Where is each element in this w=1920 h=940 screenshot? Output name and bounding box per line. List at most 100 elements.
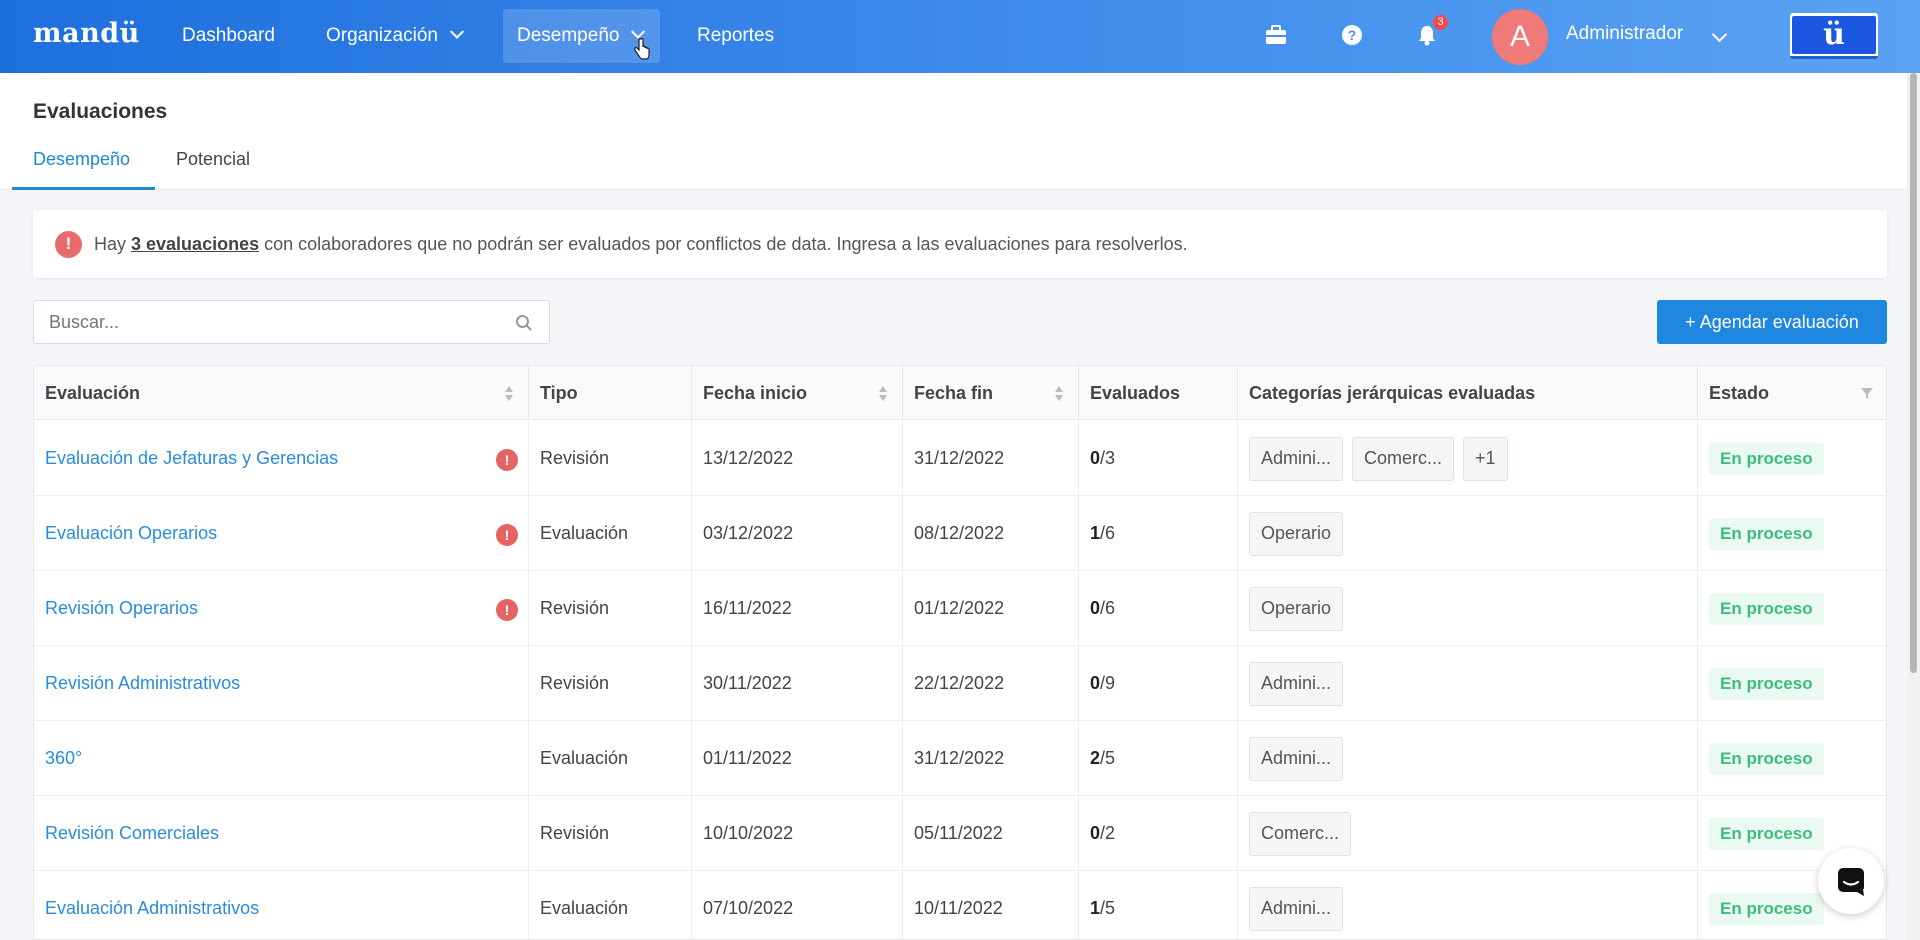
- evaluation-link[interactable]: Revisión Comerciales: [45, 823, 219, 844]
- user-name[interactable]: Administrador: [1566, 23, 1683, 45]
- category-tag[interactable]: Admini...: [1249, 661, 1344, 706]
- table-row: Revisión Operarios! Revisión 16/11/2022 01/…: [34, 571, 1886, 646]
- end-date: 08/12/2022: [914, 523, 1005, 543]
- cell-categorias: Operario: [1238, 496, 1698, 571]
- start-date: 07/10/2022: [703, 898, 794, 918]
- status-badge: En proceso: [1709, 667, 1824, 700]
- sort-icon[interactable]: [504, 385, 514, 402]
- tab-potencial[interactable]: Potencial: [176, 149, 250, 170]
- column-header-tipo: Tipo: [529, 366, 692, 420]
- column-header-label: Evaluación: [45, 382, 141, 403]
- table-row: Revisión Administrativos Revisión 30/11/20…: [34, 646, 1886, 721]
- nav-organizacion-label: Organización: [326, 25, 438, 46]
- briefcase-icon[interactable]: [1263, 22, 1289, 48]
- page-title: Evaluaciones: [33, 100, 168, 123]
- evaluation-link[interactable]: Revisión Administrativos: [45, 673, 240, 694]
- evaluated-total: /6: [1100, 598, 1116, 618]
- type-value: Revisión: [540, 598, 610, 618]
- evaluated-count: 0: [1090, 598, 1101, 618]
- page-scrollbar[interactable]: [1907, 73, 1920, 940]
- hand-cursor-icon: [634, 38, 650, 60]
- schedule-evaluation-button[interactable]: + Agendar evaluación: [1657, 300, 1887, 344]
- evaluated-count: 1: [1090, 898, 1101, 918]
- evaluated-total: /9: [1100, 673, 1116, 693]
- warning-icon[interactable]: !: [496, 599, 518, 621]
- evaluation-link[interactable]: Evaluación Operarios: [45, 523, 217, 544]
- column-header-fecha-fin[interactable]: Fecha fin: [903, 366, 1079, 420]
- conflict-alert: ! Hay 3 evaluaciones con colaboradores q…: [33, 210, 1887, 278]
- category-tag[interactable]: Comerc...: [1352, 436, 1455, 481]
- warning-icon[interactable]: !: [496, 449, 518, 471]
- cell-fecha-fin: 08/12/2022: [903, 496, 1079, 571]
- column-header-categorias: Categorías jerárquicas evaluadas: [1238, 366, 1698, 420]
- nav-organizacion[interactable]: Organización: [312, 9, 476, 63]
- nav-reportes[interactable]: Reportes: [683, 9, 788, 63]
- cell-evaluacion: Evaluación Administrativos: [34, 871, 529, 939]
- category-tag[interactable]: Admini...: [1249, 886, 1344, 931]
- category-tag[interactable]: Operario: [1249, 511, 1344, 556]
- cell-categorias: Operario: [1238, 571, 1698, 646]
- tab-desempeno[interactable]: Desempeño: [33, 149, 130, 170]
- cell-evaluados: 1/5: [1079, 871, 1238, 939]
- evaluation-link[interactable]: 360°: [45, 748, 82, 769]
- status-badge: En proceso: [1709, 517, 1824, 550]
- cell-tipo: Revisión: [529, 646, 692, 721]
- sort-icon[interactable]: [878, 385, 888, 402]
- search-icon[interactable]: [515, 314, 533, 332]
- avatar[interactable]: A: [1492, 9, 1548, 65]
- evaluation-link[interactable]: Evaluación de Jefaturas y Gerencias: [45, 448, 338, 469]
- type-value: Evaluación: [540, 523, 629, 543]
- column-header-fecha-inicio[interactable]: Fecha inicio: [692, 366, 903, 420]
- category-tag[interactable]: Comerc...: [1249, 811, 1352, 856]
- cell-tipo: Evaluación: [529, 721, 692, 796]
- chat-launcher-button[interactable]: [1818, 848, 1884, 914]
- top-navbar: mandü Dashboard Organización Desempeño R…: [0, 0, 1920, 73]
- cell-tipo: Evaluación: [529, 871, 692, 939]
- cell-estado: En proceso: [1698, 646, 1886, 721]
- scrollbar-thumb[interactable]: [1910, 73, 1917, 673]
- bell-icon[interactable]: 3: [1414, 15, 1448, 48]
- cell-evaluados: 1/6: [1079, 496, 1238, 571]
- column-header-label: Fecha inicio: [703, 382, 808, 403]
- cell-fecha-inicio: 16/11/2022: [692, 571, 903, 646]
- type-value: Revisión: [540, 673, 610, 693]
- evaluated-count: 0: [1090, 823, 1101, 843]
- start-date: 03/12/2022: [703, 523, 794, 543]
- cell-fecha-fin: 05/11/2022: [903, 796, 1079, 871]
- cell-fecha-inicio: 03/12/2022: [692, 496, 903, 571]
- status-badge: En proceso: [1709, 817, 1824, 850]
- brand-app-button[interactable]: ü: [1790, 13, 1878, 59]
- evaluation-link[interactable]: Revisión Operarios: [45, 598, 198, 619]
- notification-badge: 3: [1433, 15, 1448, 30]
- type-value: Evaluación: [540, 748, 629, 768]
- evaluated-total: /3: [1100, 448, 1116, 468]
- end-date: 01/12/2022: [914, 598, 1005, 618]
- cell-categorias: Admini...: [1238, 646, 1698, 721]
- category-tag[interactable]: Admini...: [1249, 436, 1344, 481]
- sort-icon[interactable]: [1054, 385, 1064, 402]
- category-tag[interactable]: Admini...: [1249, 736, 1344, 781]
- warning-icon[interactable]: !: [496, 524, 518, 546]
- help-icon[interactable]: ?: [1339, 22, 1365, 48]
- category-tag[interactable]: +1: [1463, 436, 1508, 481]
- column-header-label: Estado: [1709, 382, 1770, 403]
- table-header: Evaluación Tipo Fecha inicio Fecha fin E…: [34, 366, 1886, 420]
- chevron-down-icon[interactable]: [1711, 26, 1728, 43]
- filter-icon[interactable]: [1860, 386, 1874, 400]
- evaluated-count: 2: [1090, 748, 1101, 768]
- search-input[interactable]: [34, 301, 474, 343]
- evaluation-link[interactable]: Evaluación Administrativos: [45, 898, 259, 919]
- column-header-estado[interactable]: Estado: [1698, 366, 1886, 420]
- evaluated-count: 0: [1090, 673, 1101, 693]
- alert-evaluations-link[interactable]: 3 evaluaciones: [131, 234, 259, 255]
- column-header-label: Fecha fin: [914, 382, 994, 403]
- column-header-evaluacion[interactable]: Evaluación: [34, 366, 529, 420]
- evaluated-total: /6: [1100, 523, 1116, 543]
- mandu-logo[interactable]: mandü: [33, 18, 140, 49]
- cell-tipo: Revisión: [529, 796, 692, 871]
- category-tag[interactable]: Operario: [1249, 586, 1344, 631]
- table-row: Evaluación Administrativos Evaluación 07/1…: [34, 871, 1886, 939]
- cell-evaluados: 0/6: [1079, 571, 1238, 646]
- nav-reportes-label: Reportes: [697, 25, 775, 46]
- nav-dashboard[interactable]: Dashboard: [168, 9, 289, 63]
